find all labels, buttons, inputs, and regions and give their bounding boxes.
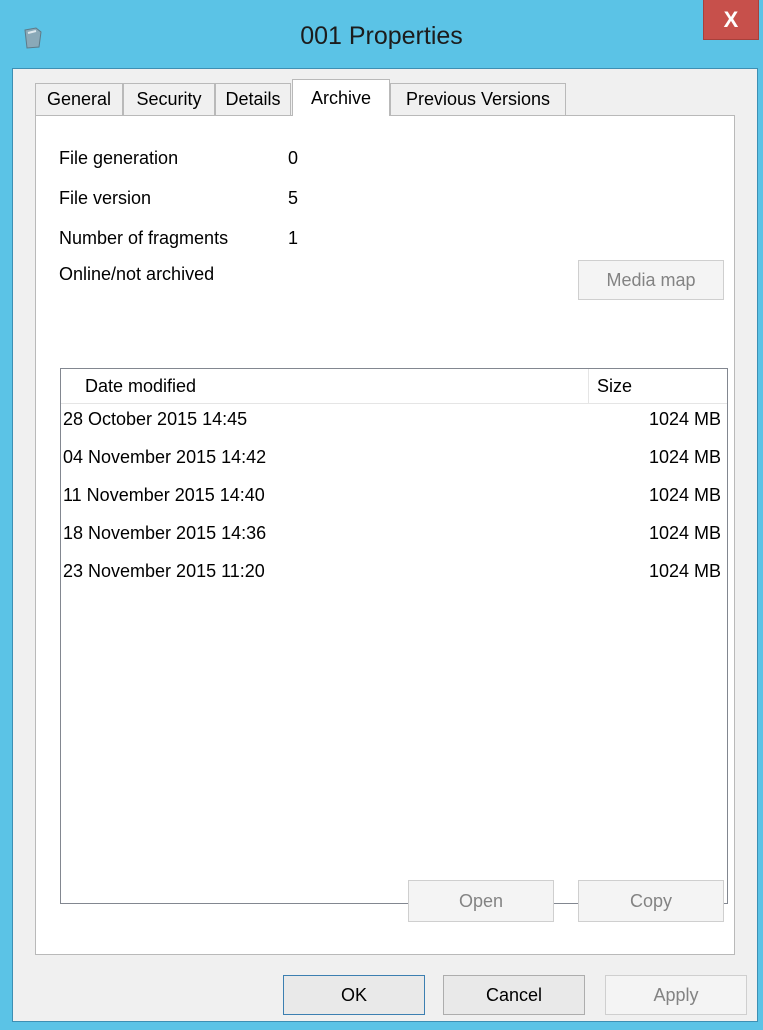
file-generation-label: File generation <box>59 148 179 168</box>
close-button[interactable]: X <box>703 0 759 40</box>
file-version-value: 5 <box>288 188 299 208</box>
tab-archive[interactable]: Archive <box>292 79 390 116</box>
column-size[interactable]: Size <box>589 369 727 403</box>
tab-security[interactable]: Security <box>123 83 215 115</box>
cancel-button[interactable]: Cancel <box>443 975 585 1015</box>
row-size: 1024 MB <box>648 485 721 505</box>
apply-button[interactable]: Apply <box>605 975 747 1015</box>
media-map-button[interactable]: Media map <box>578 260 724 300</box>
archive-panel: File generation 0 File version 5 Number … <box>35 115 735 955</box>
row-date: 28 October 2015 14:45 <box>63 409 248 429</box>
row-size: 1024 MB <box>648 447 721 467</box>
archive-status-label: Online/not archived <box>59 264 215 284</box>
file-version-label: File version <box>59 188 152 208</box>
tab-general[interactable]: General <box>35 83 123 115</box>
tab-details[interactable]: Details <box>215 83 291 115</box>
dialog-client: General Security Details Archive Previou… <box>12 68 758 1022</box>
row-date: 23 November 2015 11:20 <box>63 561 265 581</box>
window-title: 001 Properties <box>300 22 463 50</box>
number-of-fragments-value: 1 <box>288 228 299 248</box>
number-of-fragments-label: Number of fragments <box>59 228 229 248</box>
ok-button[interactable]: OK <box>283 975 425 1015</box>
open-button[interactable]: Open <box>408 880 554 922</box>
row-date: 18 November 2015 14:36 <box>63 523 267 543</box>
copy-button[interactable]: Copy <box>578 880 724 922</box>
properties-window: 001 Properties X General Security Detail… <box>0 0 763 1030</box>
row-date: 04 November 2015 14:42 <box>63 447 267 467</box>
version-list[interactable]: Date modified Size 28 October 2015 14:45… <box>60 368 728 904</box>
list-row[interactable]: 28 October 2015 14:45 1024 MB <box>61 405 727 443</box>
row-size: 1024 MB <box>648 523 721 543</box>
list-row[interactable]: 18 November 2015 14:36 1024 MB <box>61 519 727 557</box>
row-date: 11 November 2015 14:40 <box>63 485 265 505</box>
list-row[interactable]: 11 November 2015 14:40 1024 MB <box>61 481 727 519</box>
row-size: 1024 MB <box>648 561 721 581</box>
list-row[interactable]: 23 November 2015 11:20 1024 MB <box>61 557 727 595</box>
column-date-modified[interactable]: Date modified <box>61 369 589 403</box>
list-row[interactable]: 04 November 2015 14:42 1024 MB <box>61 443 727 481</box>
title-bar[interactable]: 001 Properties X <box>0 0 763 68</box>
row-size: 1024 MB <box>648 409 721 429</box>
list-header: Date modified Size <box>61 369 727 404</box>
tab-previous-versions[interactable]: Previous Versions <box>390 83 566 115</box>
file-generation-value: 0 <box>288 148 299 168</box>
